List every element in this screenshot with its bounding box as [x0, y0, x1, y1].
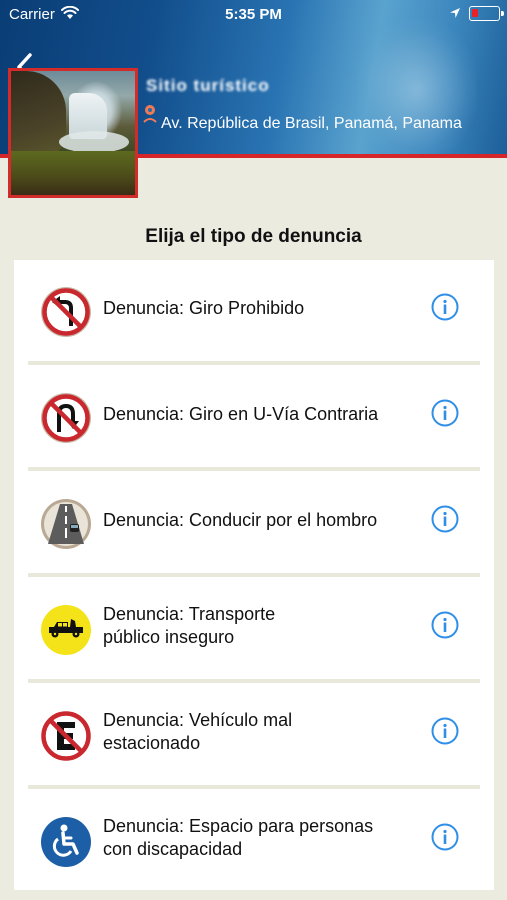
divider — [28, 573, 480, 577]
page-title: Elija el tipo de denuncia — [145, 226, 362, 247]
place-name: Sitio turístico — [146, 76, 270, 95]
info-icon[interactable] — [431, 611, 459, 639]
location-arrow-icon — [450, 8, 460, 18]
location-pin-icon — [143, 105, 157, 123]
list-item-label: Denuncia: Giro Prohibido — [103, 298, 305, 318]
info-icon[interactable] — [431, 399, 459, 427]
info-icon[interactable] — [431, 293, 459, 321]
list-item-discapacidad[interactable]: Denuncia: Espacio para personas con disc… — [14, 790, 494, 894]
info-icon[interactable] — [431, 717, 459, 745]
divider — [28, 361, 480, 365]
list-item-conducir-hombro[interactable]: Denuncia: Conducir por el hombro — [14, 472, 494, 576]
status-bar: Carrier 5:35 PM — [0, 0, 507, 30]
info-icon[interactable] — [431, 823, 459, 851]
no-u-turn-icon — [41, 393, 91, 443]
list-item-giro-prohibido[interactable]: Denuncia: Giro Prohibido — [14, 260, 494, 364]
list-item-vehiculo-estacionado[interactable]: Denuncia: Vehículo mal estacionado — [14, 684, 494, 788]
no-left-turn-icon — [41, 287, 91, 337]
place-address: Av. República de Brasil, Panamá, Panama — [161, 115, 462, 132]
info-icon[interactable] — [431, 505, 459, 533]
battery-icon — [469, 6, 504, 21]
clock: 5:35 PM — [225, 6, 282, 23]
divider — [28, 785, 480, 789]
list-item-label: Denuncia: Transporte público inseguro — [103, 604, 276, 647]
list-item-label: Denuncia: Conducir por el hombro — [103, 510, 378, 530]
place-photo — [8, 68, 138, 198]
divider — [28, 679, 480, 683]
road-shoulder-icon — [41, 499, 91, 549]
complaint-type-list: Denuncia: Giro Prohibido Denuncia: Giro … — [14, 260, 494, 890]
header-background-glow — [357, 20, 477, 158]
divider — [28, 467, 480, 471]
unsafe-transport-icon — [41, 605, 91, 655]
list-item-label: Denuncia: Giro en U-Vía Contraria — [103, 404, 379, 424]
list-item-label: Denuncia: Vehículo mal estacionado — [103, 710, 293, 753]
list-item-transporte[interactable]: Denuncia: Transporte público inseguro — [14, 578, 494, 682]
no-parking-icon — [41, 711, 91, 761]
list-item-label: Denuncia: Espacio para personas con disc… — [103, 816, 374, 859]
list-item-giro-u[interactable]: Denuncia: Giro en U-Vía Contraria — [14, 366, 494, 470]
wheelchair-icon — [41, 817, 91, 867]
